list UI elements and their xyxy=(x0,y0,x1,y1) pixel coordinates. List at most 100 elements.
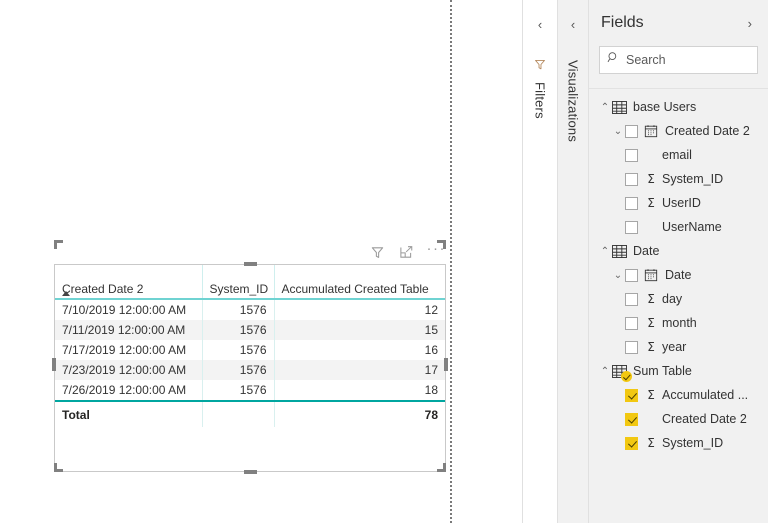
cell-accumulated: 15 xyxy=(274,320,445,340)
sigma-aggregate-icon: Σ xyxy=(647,388,655,402)
cell-system-id: 1576 xyxy=(202,360,275,380)
visualizations-pane-label: Visualizations xyxy=(565,60,581,143)
table-checked-badge-icon xyxy=(621,370,632,382)
visualizations-pane-collapsed[interactable]: ‹ Visualizations xyxy=(557,0,588,523)
filter-funnel-icon[interactable] xyxy=(369,244,386,261)
filters-pane-collapsed[interactable]: ‹ Filters xyxy=(522,0,557,523)
fields-table-date[interactable]: ⌃ Date xyxy=(589,239,768,263)
fields-field-userid[interactable]: Σ UserID xyxy=(589,191,768,215)
field-checkbox[interactable] xyxy=(625,340,638,354)
chevron-up-icon[interactable]: ⌃ xyxy=(598,102,612,113)
resize-handle-top-right[interactable] xyxy=(54,249,63,258)
cell-created-date: 7/11/2019 12:00:00 AM xyxy=(55,320,203,340)
resize-handle-bottom-center[interactable] xyxy=(244,470,257,474)
fields-search-input[interactable] xyxy=(626,53,768,67)
fields-pane-title: Fields xyxy=(601,14,644,31)
fields-field-username[interactable]: UserName xyxy=(589,215,768,239)
fields-field-label: month xyxy=(662,316,697,330)
table-row[interactable]: 7/17/2019 12:00:00 AM 1576 16 xyxy=(55,340,445,360)
field-checkbox-checked[interactable] xyxy=(625,436,638,450)
fields-tree[interactable]: ⌃ base Users ⌄ Created Date 2 email Σ Sy… xyxy=(589,88,768,523)
chevron-up-icon[interactable]: ⌃ xyxy=(598,246,612,257)
chevron-down-icon[interactable]: ⌄ xyxy=(611,270,625,281)
total-label: Total xyxy=(55,400,203,427)
field-checkbox[interactable] xyxy=(625,316,638,330)
cell-accumulated: 18 xyxy=(424,383,438,397)
table-visual-container[interactable]: ··· Created Date 2 System_ID Accumulated… xyxy=(52,240,448,474)
sort-ascending-icon[interactable] xyxy=(62,291,70,296)
table-row[interactable]: 7/10/2019 12:00:00 AM 1576 12 xyxy=(55,299,445,320)
fields-group-label: Created Date 2 xyxy=(665,124,750,138)
field-checkbox[interactable] xyxy=(625,292,638,306)
data-table: Created Date 2 System_ID Accumulated Cre… xyxy=(55,265,445,427)
field-checkbox-checked[interactable] xyxy=(625,388,638,402)
sigma-aggregate-icon: Σ xyxy=(647,292,655,306)
total-accumulated: 78 xyxy=(274,400,445,427)
sigma-aggregate-icon: Σ xyxy=(647,436,655,450)
fields-expand-chevron-icon[interactable]: › xyxy=(744,14,756,33)
table-grid-icon xyxy=(612,244,628,258)
fields-field-email[interactable]: email xyxy=(589,143,768,167)
table-total-row: Total 78 xyxy=(55,400,445,427)
fields-table-sum-table[interactable]: ⌃ Sum Table xyxy=(589,359,768,383)
fields-field-day[interactable]: Σ day xyxy=(589,287,768,311)
column-header-created-date[interactable]: Created Date 2 xyxy=(55,265,203,300)
table-visual[interactable]: Created Date 2 System_ID Accumulated Cre… xyxy=(54,264,446,472)
field-checkbox[interactable] xyxy=(625,220,638,234)
report-canvas[interactable]: ··· Created Date 2 System_ID Accumulated… xyxy=(0,0,522,523)
fields-search-box[interactable] xyxy=(599,46,768,74)
fields-field-label: UserID xyxy=(662,196,701,210)
cell-created-date: 7/23/2019 12:00:00 AM xyxy=(55,360,203,380)
total-system-id xyxy=(202,400,275,427)
chevron-up-icon[interactable]: ⌃ xyxy=(598,366,612,377)
fields-field-system-id[interactable]: Σ System_ID xyxy=(589,167,768,191)
cell-system-id: 1576 xyxy=(202,380,275,401)
resize-handle-middle-left[interactable] xyxy=(52,358,56,371)
resize-handle-top-left[interactable] xyxy=(54,240,63,249)
field-checkbox[interactable] xyxy=(625,196,638,210)
cell-accumulated: 12 xyxy=(424,303,438,317)
focus-mode-icon[interactable] xyxy=(398,244,415,261)
fields-field-accumulated[interactable]: Σ Accumulated ... xyxy=(589,383,768,407)
filters-collapse-chevron-icon[interactable]: ‹ xyxy=(538,18,542,31)
cell-system-id: 1576 xyxy=(202,320,275,340)
fields-group-created-date-2[interactable]: ⌄ Created Date 2 xyxy=(589,119,768,143)
fields-field-year[interactable]: Σ year xyxy=(589,335,768,359)
sigma-aggregate-icon: Σ xyxy=(647,172,655,186)
sigma-aggregate-icon: Σ xyxy=(647,340,655,354)
sigma-aggregate-icon: Σ xyxy=(647,196,655,210)
resize-handle-middle-right[interactable] xyxy=(444,358,448,371)
table-row[interactable]: 7/26/2019 12:00:00 AM 1576 18 xyxy=(55,380,445,401)
visualizations-collapse-chevron-icon[interactable]: ‹ xyxy=(571,18,575,31)
column-header-label: Created Date 2 xyxy=(62,282,144,296)
fields-pane[interactable]: Fields › ⌃ bas xyxy=(588,0,768,523)
column-header-label: System_ID xyxy=(209,282,269,296)
table-row[interactable]: 7/23/2019 12:00:00 AM 1576 17 xyxy=(55,360,445,380)
field-checkbox[interactable] xyxy=(625,148,638,162)
field-checkbox[interactable] xyxy=(625,124,638,138)
resize-handle-top-center[interactable] xyxy=(244,262,257,266)
fields-field-month[interactable]: Σ month xyxy=(589,311,768,335)
field-checkbox[interactable] xyxy=(625,268,638,282)
chevron-down-icon[interactable]: ⌄ xyxy=(611,126,625,137)
fields-field-sum-system-id[interactable]: Σ System_ID xyxy=(589,431,768,455)
fields-table-base-users[interactable]: ⌃ base Users xyxy=(589,95,768,119)
column-header-system-id[interactable]: System_ID xyxy=(202,265,275,300)
column-header-label: Accumulated Created Table xyxy=(281,282,429,296)
cell-accumulated: 16 xyxy=(424,343,438,357)
field-checkbox[interactable] xyxy=(625,172,638,186)
fields-group-label: Date xyxy=(665,268,692,282)
cell-system-id: 1576 xyxy=(202,340,275,360)
table-row[interactable]: 7/11/2019 12:00:00 AM 1576 15 xyxy=(55,320,445,340)
fields-group-date[interactable]: ⌄ Date xyxy=(589,263,768,287)
fields-field-label: System_ID xyxy=(662,172,724,186)
field-checkbox-checked[interactable] xyxy=(625,412,638,426)
fields-field-label: year xyxy=(662,340,687,354)
power-bi-report-window: ··· Created Date 2 System_ID Accumulated… xyxy=(0,0,768,523)
column-header-accumulated[interactable]: Accumulated Created Table xyxy=(274,265,445,300)
table-grid-icon xyxy=(612,100,628,114)
fields-field-label: Created Date 2 xyxy=(662,412,747,426)
cell-system-id: 1576 xyxy=(202,299,275,320)
fields-field-created-date-2[interactable]: Created Date 2 xyxy=(589,407,768,431)
fields-table-label: Sum Table xyxy=(633,364,692,378)
